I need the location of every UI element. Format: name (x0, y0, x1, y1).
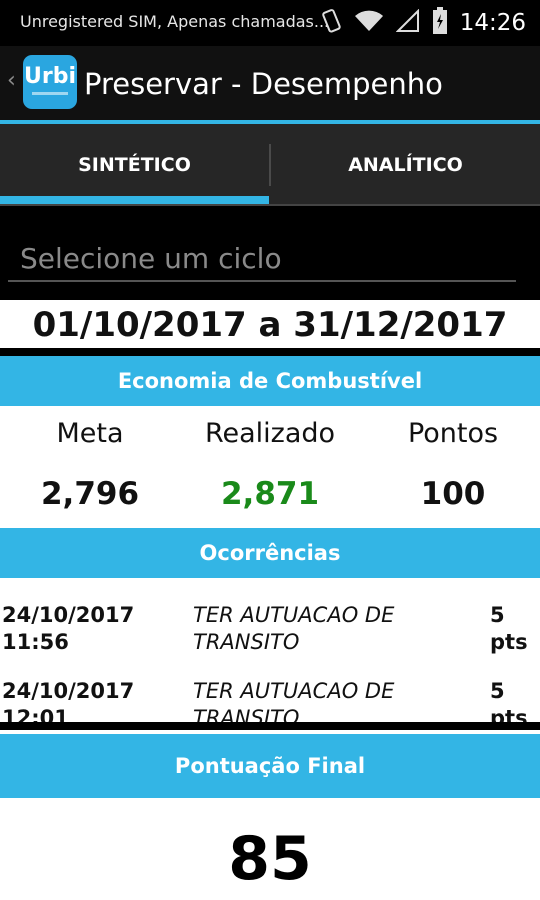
metrics-values: 2,796 2,871 100 (0, 476, 540, 520)
status-bar: Unregistered SIM, Apenas chamadas... 14:… (0, 0, 540, 46)
tab-selected-indicator (0, 196, 269, 204)
signal-icon (395, 8, 420, 37)
pontos-label: Pontos (407, 418, 499, 449)
period-text: 01/10/2017 a 31/12/2017 (32, 305, 508, 345)
logo-underline (32, 92, 68, 95)
meta-value: 2,796 (40, 476, 140, 512)
status-time: 14:26 (459, 10, 526, 36)
action-bar: ‹ Urbi Preservar - Desempenho (0, 46, 540, 122)
tab-bar: SINTÉTICO ANALÍTICO (0, 124, 540, 206)
occurrence-datetime: 24/10/2017 11:56 (2, 603, 135, 654)
tab-sintetico[interactable]: SINTÉTICO (0, 124, 269, 206)
battery-icon (432, 7, 448, 39)
app-logo[interactable]: Urbi (23, 55, 77, 109)
realizado-label: Realizado (204, 418, 336, 449)
divider (0, 722, 540, 730)
occurrence-description: TER AUTUACAO DE TRANSITO (193, 603, 395, 654)
cycle-select-input[interactable] (8, 236, 516, 282)
realizado-value: 2,871 (220, 476, 320, 512)
back-icon[interactable]: ‹ (7, 68, 16, 93)
occurrences-header: Ocorrências (0, 528, 540, 578)
divider (0, 348, 540, 356)
occurrence-datetime: 24/10/2017 12:01 (2, 679, 135, 728)
occurrences-list[interactable]: 24/10/2017 11:56 TER AUTUACAO DE TRANSITO … (0, 578, 540, 728)
pontos-value: 100 (420, 476, 486, 512)
metrics-labels: Meta Realizado Pontos (0, 418, 540, 458)
occurrence-description: TER AUTUACAO DE TRANSITO (193, 679, 395, 728)
vibrate-icon (320, 8, 342, 38)
carrier-text: Unregistered SIM, Apenas chamadas... (20, 12, 330, 31)
cycle-selector-area (0, 206, 540, 300)
wifi-icon (354, 9, 384, 37)
meta-label: Meta (56, 418, 124, 449)
final-score-header: Pontuação Final (0, 734, 540, 798)
occurrence-points: 5 pts (490, 679, 528, 728)
tab-analitico[interactable]: ANALÍTICO (271, 124, 540, 206)
logo-text: Urbi (23, 64, 76, 89)
list-item[interactable]: 24/10/2017 12:01 TER AUTUACAO DE TRANSITO … (0, 678, 540, 728)
page-title: Preservar - Desempenho (84, 67, 443, 101)
final-score-value: 85 (228, 824, 312, 894)
list-item[interactable]: 24/10/2017 11:56 TER AUTUACAO DE TRANSITO … (0, 602, 540, 678)
status-icons: 14:26 (320, 6, 526, 40)
fuel-economy-header: Economia de Combustível (0, 356, 540, 406)
occurrence-points: 5 pts (490, 603, 528, 654)
final-score-area: 85 (0, 798, 540, 900)
